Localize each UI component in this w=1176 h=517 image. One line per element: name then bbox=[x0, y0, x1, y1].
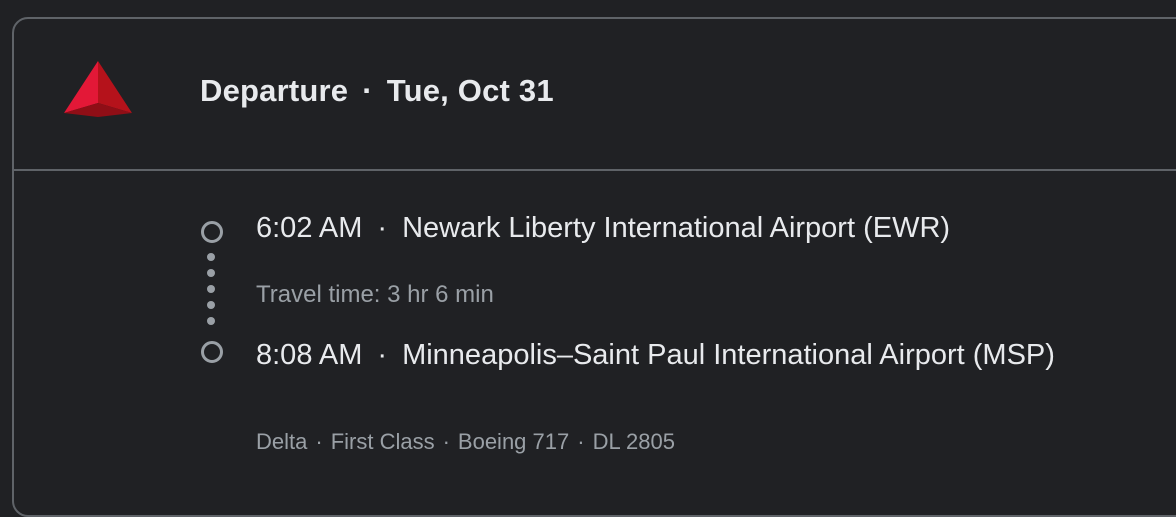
timeline-dot-icon bbox=[207, 301, 215, 309]
departure-separator: · bbox=[377, 212, 388, 244]
arrival-airport: Minneapolis–Saint Paul International Air… bbox=[402, 339, 1055, 371]
timeline-dot-icon bbox=[207, 317, 215, 325]
arrival-row: 8:08 AM · Minneapolis–Saint Paul Internati… bbox=[256, 339, 1055, 372]
details-separator: · bbox=[442, 429, 450, 454]
departure-node-icon bbox=[201, 221, 223, 243]
departure-time: 6:02 AM bbox=[256, 212, 363, 244]
delta-logo-icon bbox=[64, 61, 132, 117]
travel-time: Travel time: 3 hr 6 min bbox=[256, 281, 494, 308]
departure-airport: Newark Liberty International Airport (EW… bbox=[402, 212, 951, 244]
cabin-class: First Class bbox=[330, 429, 435, 454]
details-separator: · bbox=[315, 429, 323, 454]
arrival-time: 8:08 AM bbox=[256, 339, 363, 371]
departure-label: Departure bbox=[200, 73, 349, 108]
flight-details: Delta · First Class · Boeing 717 · DL 2805 bbox=[256, 429, 675, 455]
flight-timeline bbox=[200, 221, 224, 367]
flight-card: Departure · Tue, Oct 31 6:02 AM · Newark Lib… bbox=[12, 17, 1176, 517]
airline-name: Delta bbox=[256, 429, 308, 454]
departure-row: 6:02 AM · Newark Liberty International Air… bbox=[256, 212, 950, 245]
flight-card-header: Departure · Tue, Oct 31 bbox=[14, 19, 1176, 171]
arrival-node-icon bbox=[201, 341, 223, 363]
arrival-separator: · bbox=[377, 339, 388, 371]
departure-date: Tue, Oct 31 bbox=[386, 73, 554, 108]
timeline-dot-icon bbox=[207, 269, 215, 277]
page-title: Departure · Tue, Oct 31 bbox=[200, 73, 554, 109]
timeline-dot-icon bbox=[207, 285, 215, 293]
aircraft-type: Boeing 717 bbox=[457, 429, 570, 454]
flight-number: DL 2805 bbox=[592, 429, 675, 454]
details-separator: · bbox=[577, 429, 585, 454]
title-separator: · bbox=[362, 73, 373, 108]
timeline-dot-icon bbox=[207, 253, 215, 261]
